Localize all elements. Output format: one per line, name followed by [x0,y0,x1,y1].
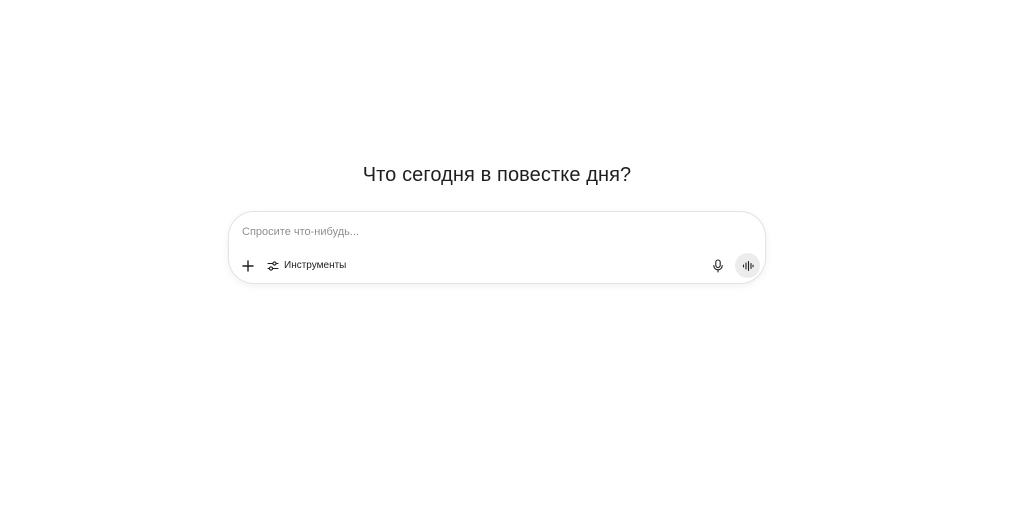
page: Что сегодня в повестке дня? Инструменты [0,0,1024,510]
add-attachment-button[interactable] [237,255,259,277]
prompt-input[interactable] [242,222,742,242]
tools-button[interactable]: Инструменты [263,255,350,277]
voice-mode-button[interactable] [735,253,760,278]
page-title: Что сегодня в повестке дня? [362,164,632,186]
dictate-button[interactable] [707,255,729,277]
voice-waveform-icon [742,260,754,272]
microphone-icon [712,259,724,273]
prompt-composer: Инструменты [228,211,766,284]
plus-icon [242,260,254,272]
tools-label: Инструменты [284,260,347,271]
sliders-icon [267,260,279,272]
